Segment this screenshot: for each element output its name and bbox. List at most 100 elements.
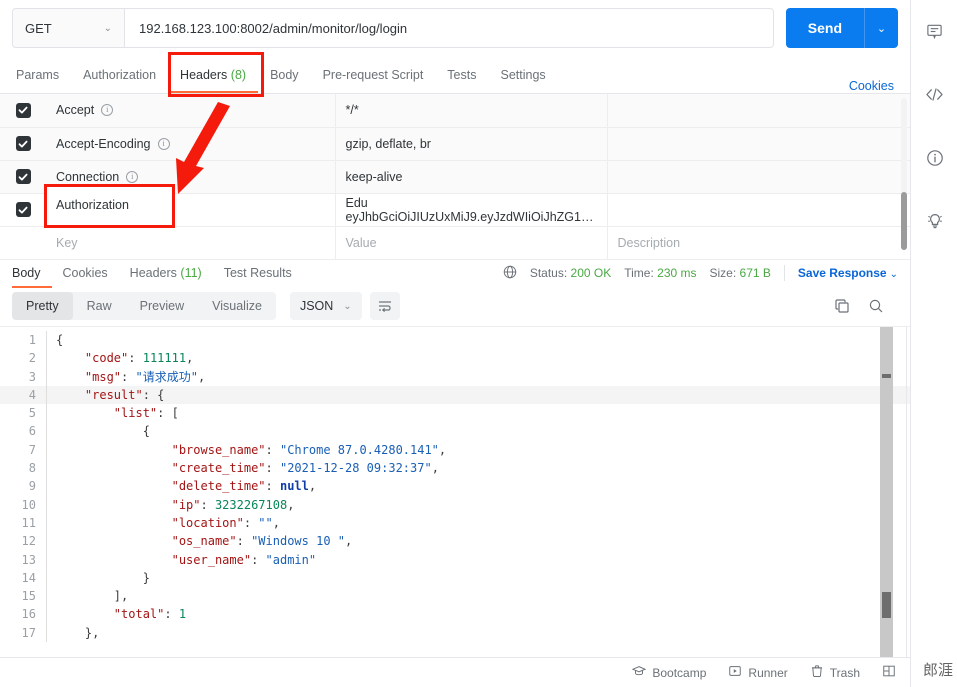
tab-authorization[interactable]: Authorization xyxy=(71,58,168,93)
header-value-cell[interactable]: */* xyxy=(335,94,608,128)
header-row-checkbox-cell[interactable] xyxy=(0,193,46,227)
chevron-down-icon: ⌄ xyxy=(889,269,898,280)
response-body-viewer[interactable]: 1{2 "code": 111111, 3 "msg": "请求成功", 4 "re… xyxy=(0,326,910,657)
code-scrollbar-thumb[interactable] xyxy=(882,592,891,618)
tab-body[interactable]: Body xyxy=(258,58,311,93)
header-description-cell[interactable] xyxy=(607,160,910,194)
view-mode-visualize[interactable]: Visualize xyxy=(198,292,276,320)
header-key-cell[interactable]: Connection i xyxy=(46,160,336,194)
tab-headers[interactable]: Headers (8) xyxy=(168,58,259,93)
response-tab-test-results[interactable]: Test Results xyxy=(213,259,303,288)
header-row-checkbox-cell[interactable] xyxy=(0,127,46,161)
lightbulb-icon[interactable] xyxy=(911,197,957,244)
code-line: 15 ], xyxy=(0,587,910,606)
http-method-select[interactable]: GET ⌄ xyxy=(12,8,124,48)
table-row[interactable]: Connection i keep-alive xyxy=(0,160,910,194)
table-row-new[interactable]: Key Value Description xyxy=(0,226,910,260)
header-row-checkbox-cell[interactable] xyxy=(0,226,46,260)
code-line: 4 "result": { xyxy=(0,385,910,405)
comment-icon[interactable] xyxy=(911,8,957,55)
response-viewer-toolbar: Pretty Raw Preview Visualize JSON ⌄ xyxy=(0,288,910,326)
footer-layout-toggle[interactable] xyxy=(882,664,896,681)
tab-count-badge: (11) xyxy=(180,266,202,280)
view-mode-pretty[interactable]: Pretty xyxy=(12,292,73,320)
table-row[interactable]: Authorization Edu eyJhbGciOiJIUzUxMiJ9.e… xyxy=(0,193,910,227)
header-row-checkbox-cell[interactable] xyxy=(0,94,46,128)
tab-label: Tests xyxy=(447,68,477,82)
code-scrollbar[interactable] xyxy=(880,327,893,657)
status-badge: Status: 200 OK xyxy=(529,266,612,280)
info-icon[interactable] xyxy=(911,134,957,181)
grid-layout-icon xyxy=(882,664,896,681)
line-number: 5 xyxy=(28,406,36,421)
wrap-lines-icon[interactable] xyxy=(369,292,400,320)
right-icon-rail xyxy=(910,0,957,687)
checkbox-checked-icon[interactable] xyxy=(15,202,31,218)
footer-runner-button[interactable]: Runner xyxy=(728,664,788,681)
response-tab-headers[interactable]: Headers (11) xyxy=(119,259,213,288)
line-number: 16 xyxy=(21,607,36,622)
http-method-value: GET xyxy=(25,20,52,36)
tab-tests[interactable]: Tests xyxy=(435,58,488,93)
code-line: 2 "code": 111111, xyxy=(0,349,910,368)
url-input[interactable]: 192.168.123.100:8002/admin/monitor/log/l… xyxy=(124,8,774,48)
cookies-link[interactable]: Cookies xyxy=(849,79,898,93)
checkbox-checked-icon[interactable] xyxy=(15,169,31,185)
header-description-cell[interactable] xyxy=(607,127,910,161)
send-button[interactable]: Send xyxy=(785,8,864,48)
code-line: 16 "total": 1 xyxy=(0,605,910,624)
info-icon[interactable]: i xyxy=(157,137,170,150)
tab-pre-request-script[interactable]: Pre-request Script xyxy=(311,58,436,93)
code-icon[interactable] xyxy=(911,71,957,118)
tab-settings[interactable]: Settings xyxy=(488,58,557,93)
line-number: 3 xyxy=(28,369,36,384)
header-key-text: Connection xyxy=(56,169,120,184)
new-value-input[interactable]: Value xyxy=(335,226,608,260)
header-key-cell[interactable]: Accept-Encoding i xyxy=(46,127,336,161)
response-tab-cookies[interactable]: Cookies xyxy=(52,259,119,288)
size-badge: Size: 671 B xyxy=(709,266,771,280)
new-key-input[interactable]: Key xyxy=(46,226,336,260)
code-text: "create_time": "2021-12-28 09:32:37", xyxy=(171,461,439,476)
response-format-select[interactable]: JSON ⌄ xyxy=(289,292,362,320)
divider xyxy=(783,265,785,281)
footer-label: Bootcamp xyxy=(652,665,707,680)
info-icon[interactable]: i xyxy=(126,170,139,183)
checkbox-checked-icon[interactable] xyxy=(15,102,31,118)
checkbox-checked-icon[interactable] xyxy=(15,136,31,152)
info-icon[interactable]: i xyxy=(101,104,114,117)
header-key-cell[interactable]: Accept i xyxy=(46,94,336,128)
send-options-chevron-down-icon[interactable]: ⌄ xyxy=(864,8,898,48)
table-row[interactable]: Accept-Encoding i gzip, deflate, br xyxy=(0,127,910,161)
header-value-cell[interactable]: keep-alive xyxy=(335,160,608,194)
footer-trash-button[interactable]: Trash xyxy=(810,664,860,681)
header-row-checkbox-cell[interactable] xyxy=(0,160,46,194)
footer-bootcamp-button[interactable]: Bootcamp xyxy=(632,664,706,681)
header-value-cell[interactable]: Edu eyJhbGciOiJIUzUxMiJ9.eyJzdWIiOiJhZG1… xyxy=(335,193,608,227)
header-description-cell[interactable] xyxy=(607,193,910,227)
time-badge: Time: 230 ms xyxy=(624,266,697,280)
line-number: 12 xyxy=(21,534,36,549)
code-text: } xyxy=(142,570,150,585)
save-response-button[interactable]: Save Response ⌄ xyxy=(798,266,898,280)
header-value-cell[interactable]: gzip, deflate, br xyxy=(335,127,608,161)
view-mode-preview[interactable]: Preview xyxy=(126,292,198,320)
code-scrollbar-marker xyxy=(882,374,891,378)
code-text: "user_name": "admin" xyxy=(171,552,317,567)
search-icon[interactable] xyxy=(868,298,884,314)
tab-label: Headers xyxy=(129,266,177,280)
headers-scrollbar-thumb[interactable] xyxy=(901,192,907,250)
header-description-cell[interactable] xyxy=(607,94,910,128)
copy-icon[interactable] xyxy=(834,298,850,314)
tab-label: Body xyxy=(270,68,299,82)
view-mode-raw[interactable]: Raw xyxy=(73,292,126,320)
code-text: "list": [ xyxy=(113,406,179,421)
headers-scrollbar[interactable] xyxy=(901,98,907,250)
table-row[interactable]: Accept i */* xyxy=(0,94,910,128)
tab-params[interactable]: Params xyxy=(12,58,71,93)
code-text: "os_name": "Windows 10 ", xyxy=(171,534,353,549)
response-tab-body[interactable]: Body xyxy=(12,259,52,288)
new-description-input[interactable]: Description xyxy=(607,226,910,260)
line-number: 13 xyxy=(21,552,36,567)
code-text: "browse_name": "Chrome 87.0.4280.141", xyxy=(171,442,447,457)
